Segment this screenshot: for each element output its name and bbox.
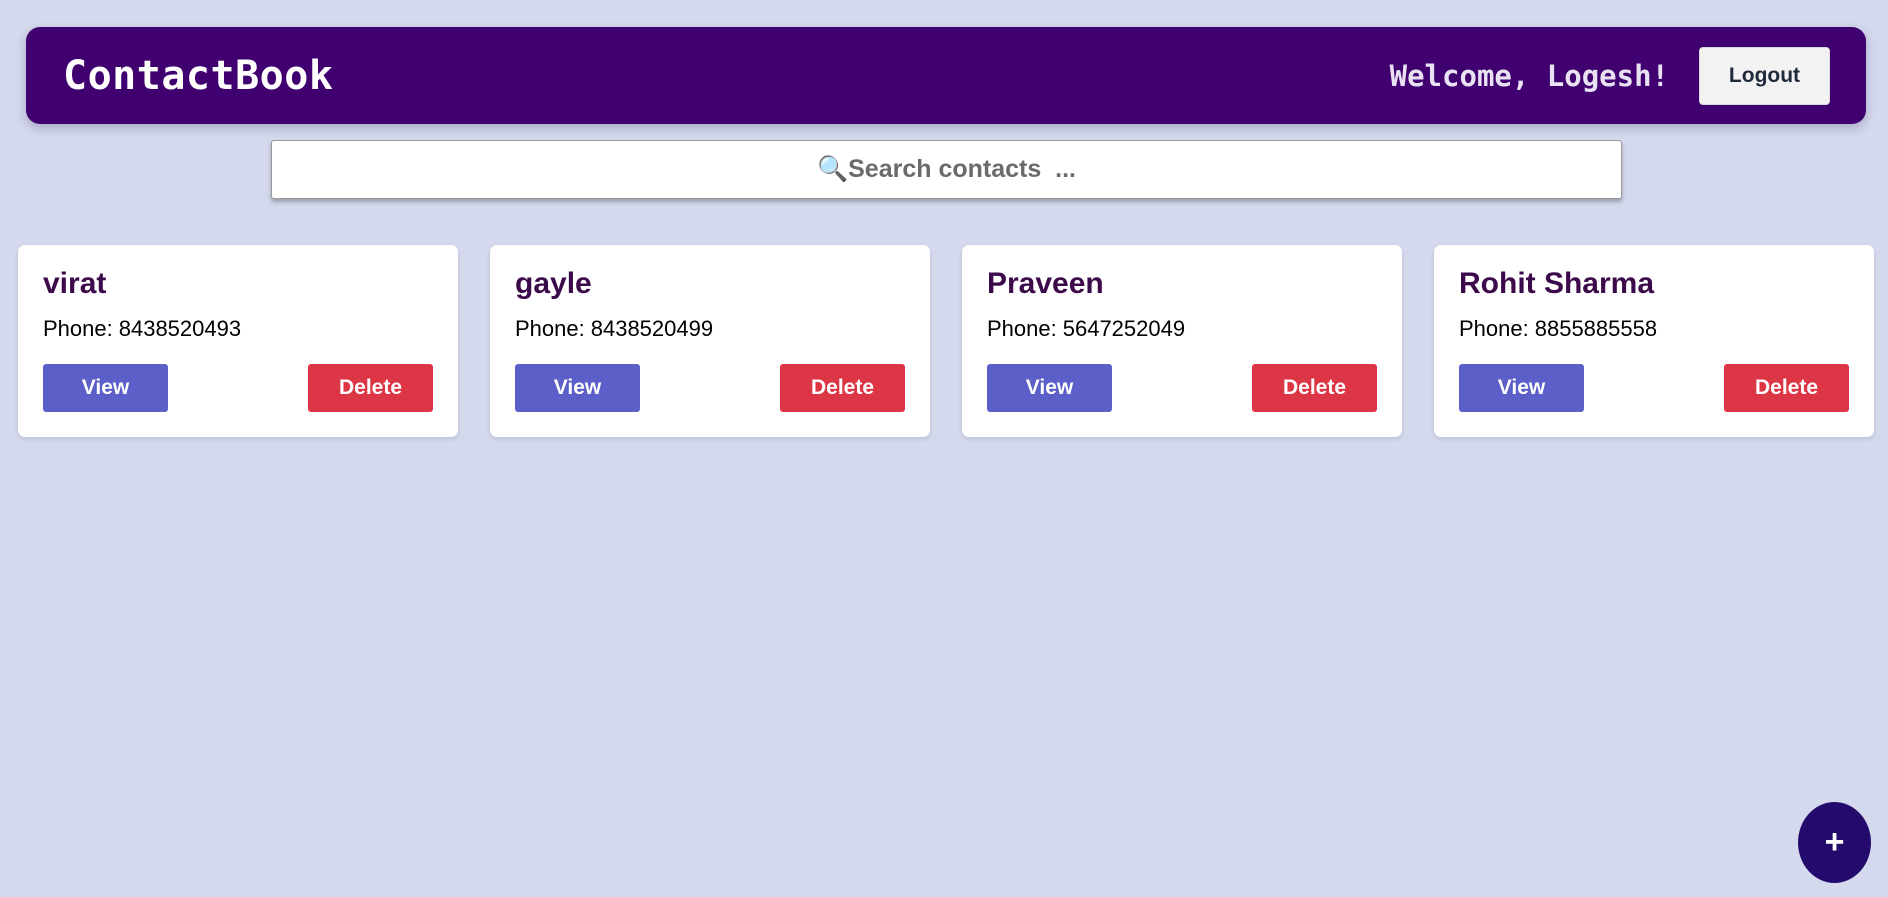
- plus-icon: +: [1824, 823, 1845, 861]
- contact-name: Rohit Sharma: [1459, 267, 1655, 300]
- phone-label: Phone:: [987, 316, 1057, 341]
- phone-label: Phone:: [1459, 316, 1529, 341]
- view-contact-button[interactable]: View: [43, 364, 168, 412]
- contact-name: Praveen: [987, 267, 1104, 300]
- contacts-grid: virat Phone: 8438520493 View Delete gayle…: [18, 245, 1874, 437]
- search-bar: [271, 140, 1622, 199]
- contact-phone: Phone: 8855885558: [1459, 318, 1849, 340]
- card-actions: View Delete: [987, 364, 1377, 412]
- header-user-area: Welcome, Logesh! Logout: [1389, 46, 1830, 105]
- phone-number: 8438520499: [590, 316, 714, 341]
- app-header: ContactBook Welcome, Logesh! Logout: [26, 27, 1866, 124]
- search-input[interactable]: [272, 140, 1621, 199]
- contact-card: virat Phone: 8438520493 View Delete: [18, 245, 458, 437]
- phone-number: 8438520493: [118, 316, 242, 341]
- contact-card: Rohit Sharma Phone: 8855885558 View Delet…: [1434, 245, 1874, 437]
- card-actions: View Delete: [515, 364, 905, 412]
- contact-card: Praveen Phone: 5647252049 View Delete: [962, 245, 1402, 437]
- contact-phone: Phone: 8438520493: [43, 318, 433, 340]
- phone-label: Phone:: [43, 316, 113, 341]
- card-actions: View Delete: [43, 364, 433, 412]
- phone-label: Phone:: [515, 316, 585, 341]
- view-contact-button[interactable]: View: [987, 364, 1112, 412]
- view-contact-button[interactable]: View: [515, 364, 640, 412]
- delete-contact-button[interactable]: Delete: [308, 364, 433, 412]
- delete-contact-button[interactable]: Delete: [1252, 364, 1377, 412]
- phone-number: 5647252049: [1062, 316, 1186, 341]
- add-contact-button[interactable]: +: [1798, 802, 1871, 883]
- app-logo: ContactBook: [63, 52, 334, 99]
- contact-card: gayle Phone: 8438520499 View Delete: [490, 245, 930, 437]
- contact-phone: Phone: 5647252049: [987, 318, 1377, 340]
- contact-name: gayle: [515, 267, 592, 300]
- contact-phone: Phone: 8438520499: [515, 318, 905, 340]
- welcome-message: Welcome, Logesh!: [1389, 58, 1669, 93]
- delete-contact-button[interactable]: Delete: [1724, 364, 1849, 412]
- contact-name: virat: [43, 267, 107, 300]
- view-contact-button[interactable]: View: [1459, 364, 1584, 412]
- card-actions: View Delete: [1459, 364, 1849, 412]
- contactbook-page: ContactBook Welcome, Logesh! Logout vira…: [0, 0, 1888, 897]
- phone-number: 8855885558: [1534, 316, 1658, 341]
- logout-button[interactable]: Logout: [1699, 46, 1830, 105]
- delete-contact-button[interactable]: Delete: [780, 364, 905, 412]
